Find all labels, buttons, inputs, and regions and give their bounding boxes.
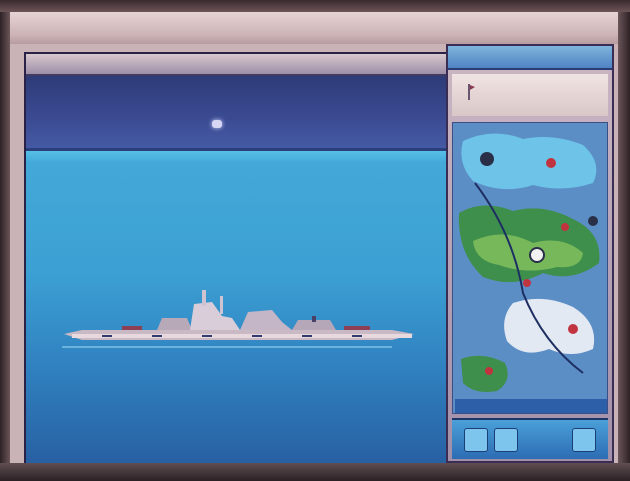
sky-area [26,76,446,148]
side-panel-controls [452,418,608,459]
star-icon[interactable] [212,120,222,128]
ship-forward-structure [157,318,192,330]
viewport-titlebar[interactable] [26,54,446,76]
monitor-left-bezel [0,12,10,463]
ship-wake [62,346,392,348]
control-button-1[interactable] [464,428,488,452]
warship[interactable] [62,282,422,354]
map-marker-icon [568,324,578,334]
ship-mast-2 [220,296,223,314]
side-panel-info [452,74,608,116]
monitor-top-bezel [0,0,630,12]
monitor-bottom-bezel [0,463,630,481]
map-marker-icon [480,152,494,166]
map-ice-region [504,298,595,354]
control-button-2[interactable] [494,428,518,452]
ship-bridge [190,302,240,330]
ship-forward-turret [122,326,142,330]
flag-icon[interactable] [466,82,476,102]
screen [10,12,618,463]
control-button-3[interactable] [572,428,596,452]
map-marker-icon [485,367,493,375]
side-panel [446,44,614,463]
main-viewport-window[interactable] [24,52,448,463]
window-title [170,18,390,28]
top-menu-strip [10,12,618,44]
ship-aft-turret [344,326,370,330]
map-marker-icon [523,279,531,287]
map-marker-icon [561,223,569,231]
ship-midship-structure [240,310,292,330]
sea-horizon-bar [26,148,446,162]
map-marker-icon [529,247,545,263]
map-deep-water [455,399,607,413]
map-landmass-south [461,355,508,392]
tactical-map[interactable] [452,122,608,414]
map-marker-icon [588,216,598,226]
monitor-right-bezel [618,12,630,463]
map-graphic [455,133,607,413]
side-panel-header[interactable] [448,46,612,70]
map-marker-icon [546,158,556,168]
ship-funnel [312,316,316,322]
ship-mast [202,290,206,306]
